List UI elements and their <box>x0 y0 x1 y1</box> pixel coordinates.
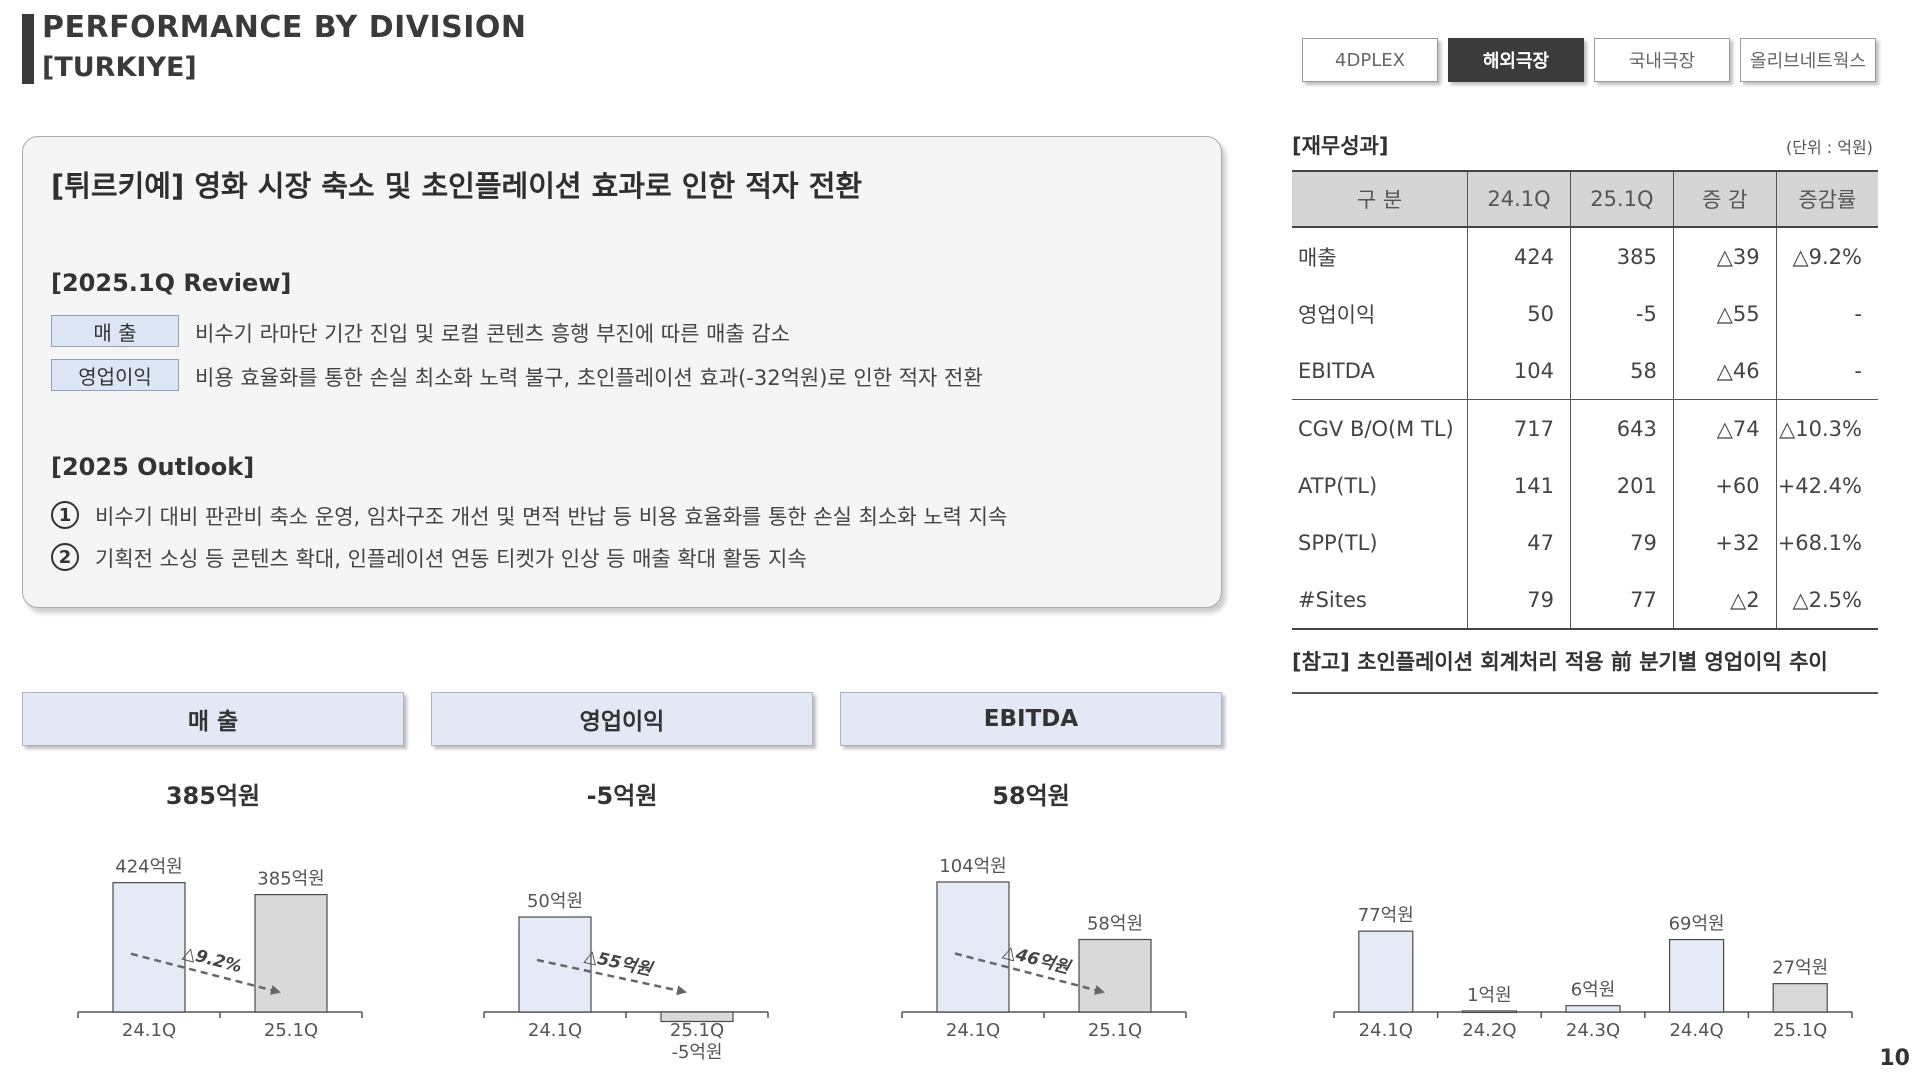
reference-tick-label: 25.1Q <box>1773 1020 1827 1041</box>
reference-tick-label: 24.1Q <box>1359 1020 1413 1041</box>
operating-profit-change-label: △55억원 <box>583 946 656 980</box>
revenue-tick-label: 25.1Q <box>264 1020 318 1041</box>
reference-tick-label: 24.3Q <box>1566 1020 1620 1041</box>
ebitda-tick-label: 24.1Q <box>946 1020 1000 1041</box>
ebitda-bar <box>1078 938 1152 1013</box>
revenue-data-label: 385억원 <box>257 869 324 890</box>
operating-profit-tick-label: 25.1Q <box>670 1020 724 1041</box>
reference-bar <box>1358 930 1414 1013</box>
reference-bar <box>1565 1005 1621 1013</box>
page-number: 10 <box>1879 1046 1910 1071</box>
ebitda-change-label: △46억원 <box>1001 942 1074 979</box>
revenue-bar <box>254 893 328 1013</box>
revenue-bar <box>112 882 186 1013</box>
ebitda-bar <box>936 881 1010 1013</box>
ebitda-data-label: 104억원 <box>939 856 1006 877</box>
reference-tick-label: 24.4Q <box>1669 1020 1723 1041</box>
operating-profit-data-label: 50억원 <box>527 891 583 912</box>
ebitda-data-label: 58억원 <box>1087 914 1143 935</box>
reference-data-label: 6억원 <box>1571 980 1616 1001</box>
reference-data-label: 77억원 <box>1358 905 1414 926</box>
reference-bar <box>1772 983 1828 1013</box>
charts-canvas: 424억원24.1Q385억원25.1Q△9.2%50억원24.1Q-5억원25… <box>77 856 1853 1063</box>
revenue-data-label: 424억원 <box>115 857 182 878</box>
reference-data-label: 69억원 <box>1669 914 1725 935</box>
operating-profit-tick-label: 24.1Q <box>528 1020 582 1041</box>
reference-tick-label: 24.2Q <box>1462 1020 1516 1041</box>
revenue-change-label: △9.2% <box>181 943 244 977</box>
revenue-tick-label: 24.1Q <box>122 1020 176 1041</box>
ebitda-tick-label: 25.1Q <box>1088 1020 1142 1041</box>
reference-bar <box>1461 1010 1518 1014</box>
reference-bar <box>1668 938 1725 1013</box>
reference-data-label: 27억원 <box>1772 958 1828 979</box>
operating-profit-data-label: -5억원 <box>671 1042 722 1063</box>
reference-data-label: 1억원 <box>1467 985 1512 1006</box>
